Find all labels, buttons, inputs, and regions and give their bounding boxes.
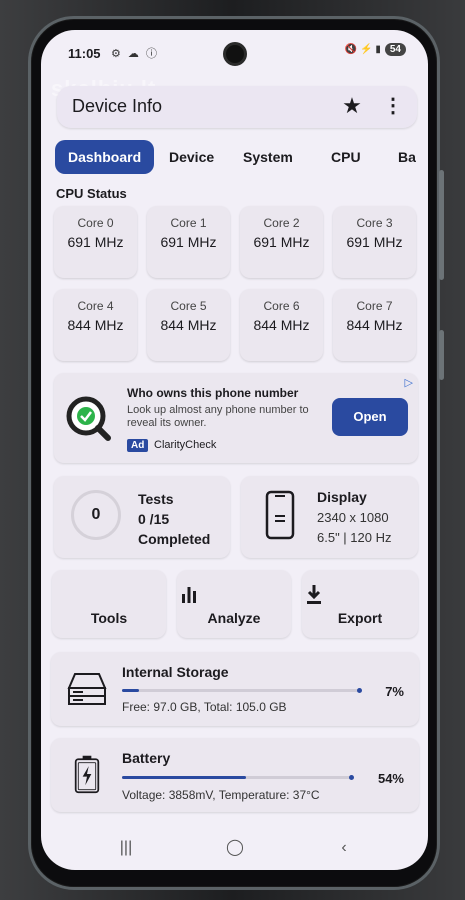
tab-battery[interactable]: Ba <box>398 140 416 174</box>
side-button-power <box>439 330 444 380</box>
tools-icon <box>52 582 76 606</box>
tab-system[interactable]: System <box>243 140 293 174</box>
core-name: Core 2 <box>263 216 300 230</box>
core-name: Core 5 <box>170 299 207 313</box>
status-time: 11:05 <box>68 46 101 61</box>
core-card: Core 5 844 MHz <box>147 289 230 361</box>
ad-banner[interactable]: Who owns this phone number Look up almos… <box>54 373 418 463</box>
export-button[interactable]: Export <box>302 570 418 638</box>
battery-progress-end <box>349 775 354 780</box>
display-card[interactable]: Display 2340 x 1080 6.5" | 120 Hz <box>241 476 418 558</box>
core-card: Core 7 844 MHz <box>333 289 416 361</box>
export-label: Export <box>337 610 383 626</box>
system-nav-bar: ||| ◯ ‹ <box>41 826 428 870</box>
battery-details: Voltage: 3858mV, Temperature: 37°C <box>122 788 320 802</box>
core-card: Core 0 691 MHz <box>54 206 137 278</box>
phone-screen: 11:05 ⚙ ☁ ⓘ 🔇 ⚡ ▮ 54 skelbiu.lt Device I… <box>41 30 428 870</box>
display-details: 6.5" | 120 Hz <box>317 530 392 545</box>
app-title: Device Info <box>72 96 163 116</box>
recent-apps-icon[interactable]: ||| <box>106 834 146 862</box>
display-label: Display <box>317 489 367 505</box>
phone-display-icon <box>265 490 295 540</box>
core-card: Core 6 844 MHz <box>240 289 323 361</box>
tests-count-ring: 0 <box>71 490 121 540</box>
battery-progress-fill <box>122 776 247 779</box>
core-name: Core 4 <box>77 299 114 313</box>
storage-progress-end <box>357 688 362 693</box>
status-bar: 11:05 ⚙ ☁ ⓘ 🔇 ⚡ ▮ 54 <box>41 30 428 70</box>
core-frequency: 691 MHz <box>346 234 403 250</box>
storage-drive-icon <box>67 673 107 705</box>
battery-indicator: 54 <box>384 43 406 56</box>
core-name: Core 6 <box>263 299 300 313</box>
tab-bar: Dashboard Device System CPU Ba <box>55 140 428 174</box>
battery-title: Battery <box>122 750 171 766</box>
status-right-icons: 🔇 ⚡ ▮ <box>344 44 381 55</box>
front-camera <box>223 42 247 66</box>
battery-percent: 54% <box>377 771 404 786</box>
tools-label: Tools <box>90 610 128 626</box>
claritycheck-logo-icon <box>66 396 111 441</box>
star-icon[interactable]: ★ <box>337 91 367 121</box>
battery-progress-track <box>122 775 354 780</box>
core-frequency: 844 MHz <box>67 317 124 333</box>
tests-text: Tests 0 /15 Completed <box>138 489 210 549</box>
core-frequency: 691 MHz <box>67 234 124 250</box>
ad-open-button[interactable]: Open <box>332 398 408 436</box>
core-card: Core 1 691 MHz <box>147 206 230 278</box>
tests-card[interactable]: 0 Tests 0 /15 Completed <box>54 476 230 558</box>
core-frequency: 691 MHz <box>160 234 217 250</box>
analyze-button[interactable]: Analyze <box>177 570 291 638</box>
core-frequency: 691 MHz <box>253 234 310 250</box>
tests-label: Tests <box>138 491 174 507</box>
core-card: Core 2 691 MHz <box>240 206 323 278</box>
core-frequency: 844 MHz <box>346 317 403 333</box>
analyze-label: Analyze <box>207 610 261 626</box>
storage-card[interactable]: Internal Storage 7% Free: 97.0 GB, Total… <box>51 652 419 726</box>
tests-status: Completed <box>138 531 211 547</box>
ad-badge: Ad <box>127 439 149 452</box>
ad-description: Look up almost any phone number to revea… <box>127 404 309 429</box>
tab-device[interactable]: Device <box>169 140 214 174</box>
core-name: Core 7 <box>356 299 393 313</box>
side-button-volume <box>439 170 444 280</box>
tab-cpu[interactable]: CPU <box>331 140 361 174</box>
more-options-icon[interactable]: ⋮ <box>381 91 405 121</box>
tests-progress: 0 /15 <box>138 511 170 527</box>
storage-progress-fill <box>122 689 139 692</box>
download-icon <box>307 585 321 604</box>
tab-dashboard[interactable]: Dashboard <box>55 140 155 174</box>
status-right: 🔇 ⚡ ▮ 54 <box>345 43 406 56</box>
home-icon[interactable]: ◯ <box>215 834 255 862</box>
ad-source: ClarityCheck <box>154 439 217 451</box>
storage-progress-track <box>122 688 362 693</box>
core-card: Core 4 844 MHz <box>54 289 137 361</box>
core-name: Core 0 <box>77 216 114 230</box>
bar-chart-icon <box>182 587 196 603</box>
app-bar: Device Info ★ ⋮ <box>57 86 417 128</box>
storage-title: Internal Storage <box>122 664 229 680</box>
ad-choices-icon[interactable]: ▷ <box>405 376 413 389</box>
battery-charging-icon <box>74 755 100 794</box>
core-frequency: 844 MHz <box>160 317 217 333</box>
core-name: Core 1 <box>170 216 207 230</box>
tools-button[interactable]: Tools <box>52 570 166 638</box>
display-resolution: 2340 x 1080 <box>317 510 389 525</box>
core-card: Core 3 691 MHz <box>333 206 416 278</box>
back-icon[interactable]: ‹ <box>324 834 364 862</box>
core-name: Core 3 <box>356 216 393 230</box>
status-left-icons: ⚙ ☁ ⓘ <box>111 48 159 60</box>
battery-card[interactable]: Battery 54% Voltage: 3858mV, Temperature… <box>51 738 419 812</box>
core-frequency: 844 MHz <box>253 317 310 333</box>
ad-title: Who owns this phone number <box>127 386 299 400</box>
storage-percent: 7% <box>385 684 404 699</box>
storage-details: Free: 97.0 GB, Total: 105.0 GB <box>122 700 287 714</box>
cpu-status-heading: CPU Status <box>56 186 127 201</box>
